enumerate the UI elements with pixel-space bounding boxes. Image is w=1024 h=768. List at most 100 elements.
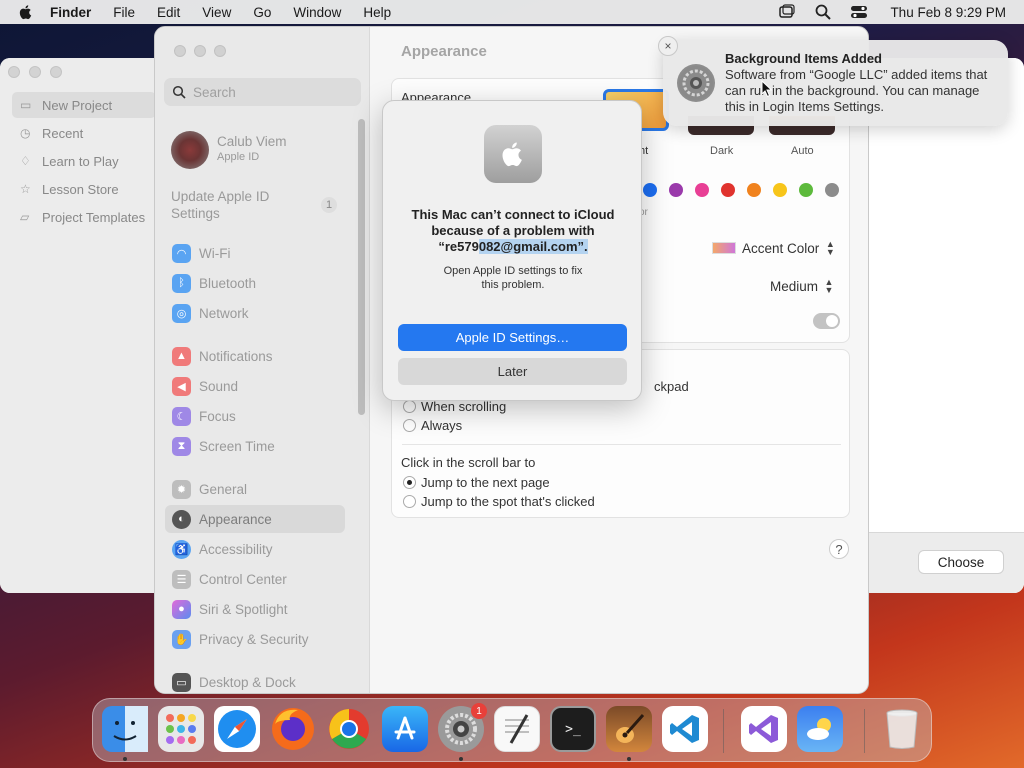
zoom-window-button[interactable]: [50, 66, 62, 78]
user-name: Calub Viem: [217, 134, 287, 149]
trash-icon: [886, 709, 918, 749]
sidebar-item-desktop-dock[interactable]: ▭ Desktop & Dock: [165, 668, 345, 693]
apple-id-settings-button[interactable]: Apple ID Settings…: [398, 324, 627, 351]
settings-zoom-button[interactable]: [214, 45, 226, 57]
jump-spot-label: Jump to the spot that's clicked: [421, 494, 595, 509]
settings-window-controls: [174, 45, 234, 57]
dock-visual-studio[interactable]: [741, 706, 787, 752]
menu-view[interactable]: View: [202, 5, 231, 20]
accent-purple[interactable]: [669, 183, 683, 197]
highlight-color-popup[interactable]: Accent Color ▲ ▼: [712, 240, 835, 257]
minimize-window-button[interactable]: [29, 66, 41, 78]
sidebar-item-control-center[interactable]: ☰ Control Center: [165, 565, 345, 593]
dock-garageband[interactable]: [606, 706, 652, 752]
sidebar-item-siri-spotlight[interactable]: ● Siri & Spotlight: [165, 595, 345, 623]
user-subtitle: Apple ID: [217, 151, 260, 163]
dock-chrome[interactable]: [326, 706, 372, 752]
control-center-icon[interactable]: [850, 3, 868, 21]
background-sidebar: ▭ New Project ◷ Recent ♢ Learn to Play ☆ Les…: [0, 58, 156, 593]
update-badge: 1: [321, 197, 337, 213]
spotlight-search-icon[interactable]: [814, 3, 832, 21]
sidebar-item-general[interactable]: ✹ General: [165, 475, 345, 503]
accent-green[interactable]: [799, 183, 813, 197]
scroll-when-scrolling-label: When scrolling: [421, 399, 507, 414]
sidebar-item-privacy-security[interactable]: ✋ Privacy & Security: [165, 625, 345, 653]
settings-minimize-button[interactable]: [194, 45, 206, 57]
avatar[interactable]: [171, 131, 209, 169]
speaker-icon: ◀: [172, 376, 191, 396]
siri-icon: ●: [172, 599, 191, 619]
menu-window[interactable]: Window: [293, 5, 341, 20]
sidebar-item-learn-to-play[interactable]: ♢ Learn to Play: [12, 148, 156, 174]
accent-orange[interactable]: [747, 183, 761, 197]
dock-firefox[interactable]: [270, 706, 316, 752]
sidebar-item-sound[interactable]: ◀ Sound: [165, 372, 345, 400]
choose-button[interactable]: Choose: [918, 550, 1004, 574]
hand-icon: ✋: [172, 629, 191, 649]
guitar-icon: [616, 714, 645, 743]
menu-file[interactable]: File: [113, 5, 135, 20]
dock-terminal[interactable]: >_: [550, 706, 596, 752]
later-button[interactable]: Later: [398, 358, 627, 385]
accent-graphite[interactable]: [825, 183, 839, 197]
dock-badge: 1: [471, 703, 487, 719]
globe-icon: ◎: [172, 303, 191, 323]
stage-manager-icon[interactable]: [778, 3, 796, 21]
sidebar-item-wifi[interactable]: ◠ Wi-Fi: [165, 239, 345, 267]
sidebar-item-screen-time[interactable]: ⧗ Screen Time: [165, 432, 345, 460]
notification-close-button[interactable]: ×: [658, 36, 678, 56]
dock-finder[interactable]: [102, 706, 148, 752]
settings-close-button[interactable]: [174, 45, 186, 57]
accent-pink[interactable]: [695, 183, 709, 197]
scroll-when-scrolling-radio[interactable]: [403, 400, 416, 413]
document-icon: ▭: [20, 98, 32, 112]
menu-edit[interactable]: Edit: [157, 5, 180, 20]
dock-launchpad[interactable]: [158, 706, 204, 752]
sidebar-item-new-project[interactable]: ▭ New Project: [12, 92, 156, 118]
menu-app-name[interactable]: Finder: [50, 5, 91, 20]
menu-help[interactable]: Help: [363, 5, 391, 20]
sidebar-item-lesson-store[interactable]: ☆ Lesson Store: [12, 176, 156, 202]
menu-go[interactable]: Go: [253, 5, 271, 20]
jump-next-page-label: Jump to the next page: [421, 475, 550, 490]
sidebar-item-appearance[interactable]: ◐ Appearance: [165, 505, 345, 533]
sidebar-item-recent[interactable]: ◷ Recent: [12, 120, 156, 146]
sidebar-item-notifications[interactable]: ▲ Notifications: [165, 342, 345, 370]
jump-next-page-radio[interactable]: [403, 476, 416, 489]
sidebar-item-project-templates[interactable]: ▱ Project Templates: [12, 204, 156, 230]
chevron-updown-icon: ▲ ▼: [824, 277, 834, 295]
dock-app-store[interactable]: [382, 706, 428, 752]
search-input[interactable]: Search: [164, 78, 361, 106]
alert-title: This Mac can’t connect to iCloud because…: [397, 207, 629, 255]
textedit-pen-icon: [505, 714, 529, 744]
sidebar-scrollbar[interactable]: [358, 119, 365, 415]
dock-divider: [723, 709, 724, 753]
sidebar-item-bluetooth[interactable]: ᛒ Bluetooth: [165, 269, 345, 297]
highlight-swatch: [712, 242, 736, 254]
close-window-button[interactable]: [8, 66, 20, 78]
apple-menu-icon[interactable]: [16, 2, 36, 22]
sidebar-item-focus[interactable]: ☾ Focus: [165, 402, 345, 430]
dock-icon: ▭: [172, 672, 191, 692]
jump-spot-radio[interactable]: [403, 495, 416, 508]
bell-icon: ▲: [172, 346, 191, 366]
wallpaper-tinting-toggle[interactable]: [813, 313, 840, 329]
background-items-notification[interactable]: Background Items Added Software from “Go…: [663, 40, 1008, 126]
dock-vscode[interactable]: [662, 706, 708, 752]
accent-blue[interactable]: [643, 183, 657, 197]
sidebar-icon-size-popup[interactable]: Medium ▲ ▼: [770, 277, 834, 295]
sidebar-item-accessibility[interactable]: ♿ Accessibility: [165, 535, 345, 563]
apple-id-account[interactable]: Calub Viem Apple ID: [217, 134, 287, 163]
dock-trash[interactable]: [879, 706, 925, 752]
scroll-always-radio[interactable]: [403, 419, 416, 432]
accent-red[interactable]: [721, 183, 735, 197]
accent-yellow[interactable]: [773, 183, 787, 197]
dock-textedit[interactable]: [494, 706, 540, 752]
dock-weather[interactable]: [797, 706, 843, 752]
hourglass-icon: ⧗: [172, 436, 191, 456]
menu-clock[interactable]: Thu Feb 8 9:29 PM: [890, 5, 1006, 20]
dock-safari[interactable]: [214, 706, 260, 752]
update-apple-id-item[interactable]: Update Apple ID Settings: [171, 188, 321, 222]
help-button[interactable]: ?: [829, 539, 849, 559]
sidebar-item-network[interactable]: ◎ Network: [165, 299, 345, 327]
